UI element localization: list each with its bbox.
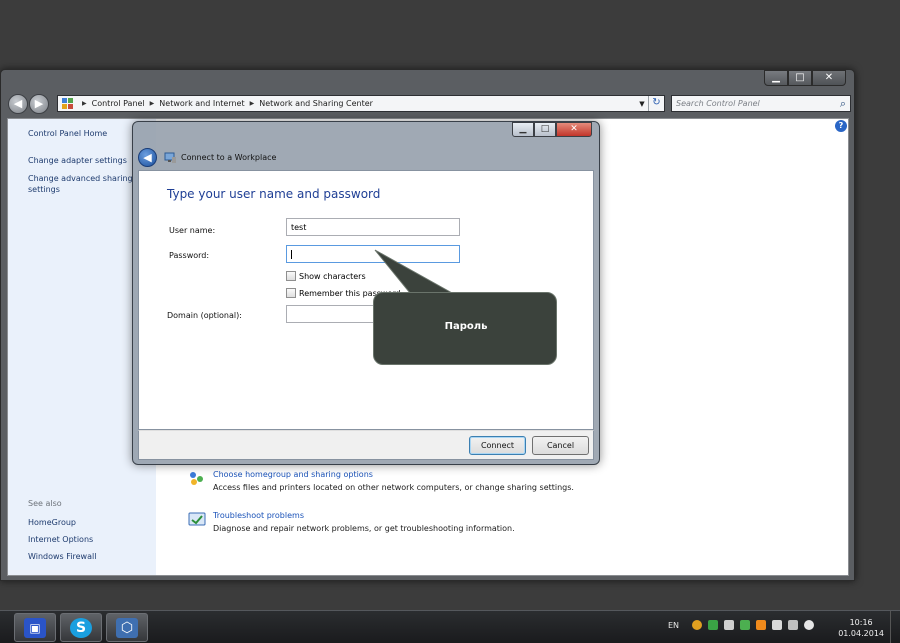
dialog-header: ◀ Connect to a Workplace (138, 144, 594, 170)
clock[interactable]: 10:16 01.04.2014 (838, 617, 884, 639)
taskbar-save-app[interactable]: ▣ (14, 613, 56, 642)
sidebar-item-homegroup[interactable]: HomeGroup (28, 517, 140, 528)
taskbar-skype-app[interactable]: S (60, 613, 102, 642)
username-label: User name: (169, 226, 216, 235)
close-button[interactable]: ✕ (812, 70, 846, 86)
troubleshoot-icon (188, 512, 206, 526)
see-also-list: HomeGroup Internet Options Windows Firew… (28, 517, 140, 568)
system-tray: EN (668, 620, 820, 630)
floppy-disk-icon: ▣ (24, 618, 46, 638)
breadcrumb-network-internet[interactable]: Network and Internet (159, 99, 244, 108)
dialog-close-button[interactable]: ✕ (556, 122, 592, 137)
address-bar[interactable]: ▶ Control Panel ▶ Network and Internet ▶… (57, 95, 665, 112)
volume-icon[interactable] (804, 620, 815, 630)
breadcrumb-control-panel[interactable]: Control Panel (92, 99, 145, 108)
window-caption-buttons: ▁ □ ✕ (764, 70, 846, 86)
breadcrumb-separator-icon: ▶ (82, 100, 87, 107)
connect-button[interactable]: Connect (469, 436, 526, 455)
sidebar-item-control-panel-home[interactable]: Control Panel Home (28, 128, 140, 139)
skype-icon: S (70, 618, 92, 638)
minimize-button[interactable]: ▁ (764, 70, 788, 86)
domain-label: Domain (optional): (167, 311, 242, 320)
password-input[interactable] (286, 245, 460, 263)
help-icon[interactable]: ? (835, 120, 847, 132)
network-icon[interactable] (788, 620, 799, 630)
refresh-icon[interactable]: ↻ (648, 96, 664, 111)
sidebar-item-internet-options[interactable]: Internet Options (28, 534, 140, 545)
dialog-footer: Connect Cancel (138, 430, 594, 460)
homegroup-link[interactable]: Choose homegroup and sharing options (213, 470, 574, 479)
remember-password-checkbox[interactable] (286, 288, 296, 298)
dialog-heading: Type your user name and password (167, 187, 381, 201)
task-homegroup: Choose homegroup and sharing options Acc… (188, 470, 574, 492)
dialog-back-button[interactable]: ◀ (138, 147, 157, 167)
dialog-maximize-button[interactable]: □ (534, 122, 556, 137)
workplace-connection-icon (164, 152, 176, 163)
troubleshoot-description: Diagnose and repair network problems, or… (213, 524, 515, 533)
forward-button[interactable]: ▶ (29, 94, 49, 114)
maximize-button[interactable]: □ (788, 70, 812, 86)
homegroup-description: Access files and printers located on oth… (213, 483, 574, 492)
dialog-caption-buttons: ▁ □ ✕ (512, 122, 592, 137)
cancel-button[interactable]: Cancel (532, 436, 589, 455)
see-also-label: See also (28, 499, 62, 508)
clock-date: 01.04.2014 (838, 629, 884, 638)
username-input[interactable]: test (286, 218, 460, 236)
callout-bubble: Пароль (373, 292, 557, 365)
troubleshoot-link[interactable]: Troubleshoot problems (213, 511, 515, 520)
tray-app-icon[interactable] (692, 620, 703, 630)
dialog-title: Connect to a Workplace (181, 152, 277, 162)
show-characters-label: Show characters (299, 271, 366, 281)
language-indicator[interactable]: EN (668, 621, 679, 630)
clock-time: 10:16 (849, 618, 873, 627)
text-caret (291, 250, 292, 259)
sidebar-item-change-adapter-settings[interactable]: Change adapter settings (28, 155, 140, 166)
sidebar-item-windows-firewall[interactable]: Windows Firewall (28, 551, 140, 562)
show-characters-checkbox[interactable] (286, 271, 296, 281)
sidebar-item-change-advanced-sharing[interactable]: Change advanced sharing settings (28, 173, 140, 195)
tray-app-icon[interactable] (708, 620, 719, 630)
callout-text: Пароль (444, 321, 488, 332)
show-characters-row[interactable]: Show characters (286, 271, 366, 281)
task-troubleshoot: Troubleshoot problems Diagnose and repai… (188, 511, 515, 533)
tray-app-icon[interactable] (724, 620, 735, 630)
search-input[interactable]: Search Control Panel ⌕ (671, 95, 851, 112)
search-icon[interactable]: ⌕ (840, 97, 846, 111)
tray-app-icon[interactable] (740, 620, 751, 630)
show-desktop-button[interactable] (890, 611, 900, 643)
search-placeholder: Search Control Panel (676, 99, 760, 108)
address-dropdown-icon[interactable]: ▼ (636, 100, 648, 108)
breadcrumb-separator-icon: ▶ (149, 100, 155, 107)
back-button[interactable]: ◀ (8, 94, 28, 114)
taskbar: ▣ S ⬡ EN 10:16 01.04.2014 (0, 610, 900, 643)
tray-app-icon[interactable] (756, 620, 767, 630)
dialog-minimize-button[interactable]: ▁ (512, 122, 534, 137)
taskbar-virtualbox-app[interactable]: ⬡ (106, 613, 148, 642)
breadcrumb-network-sharing-center[interactable]: Network and Sharing Center (259, 99, 373, 108)
navigation-toolbar: ◀ ▶ ▶ Control Panel ▶ Network and Intern… (1, 90, 854, 116)
action-center-flag-icon[interactable] (772, 620, 783, 630)
password-label: Password: (169, 251, 210, 260)
control-panel-icon (62, 98, 73, 109)
homegroup-icon (190, 472, 203, 485)
breadcrumb-separator-icon: ▶ (249, 100, 255, 107)
virtualbox-icon: ⬡ (116, 618, 138, 638)
